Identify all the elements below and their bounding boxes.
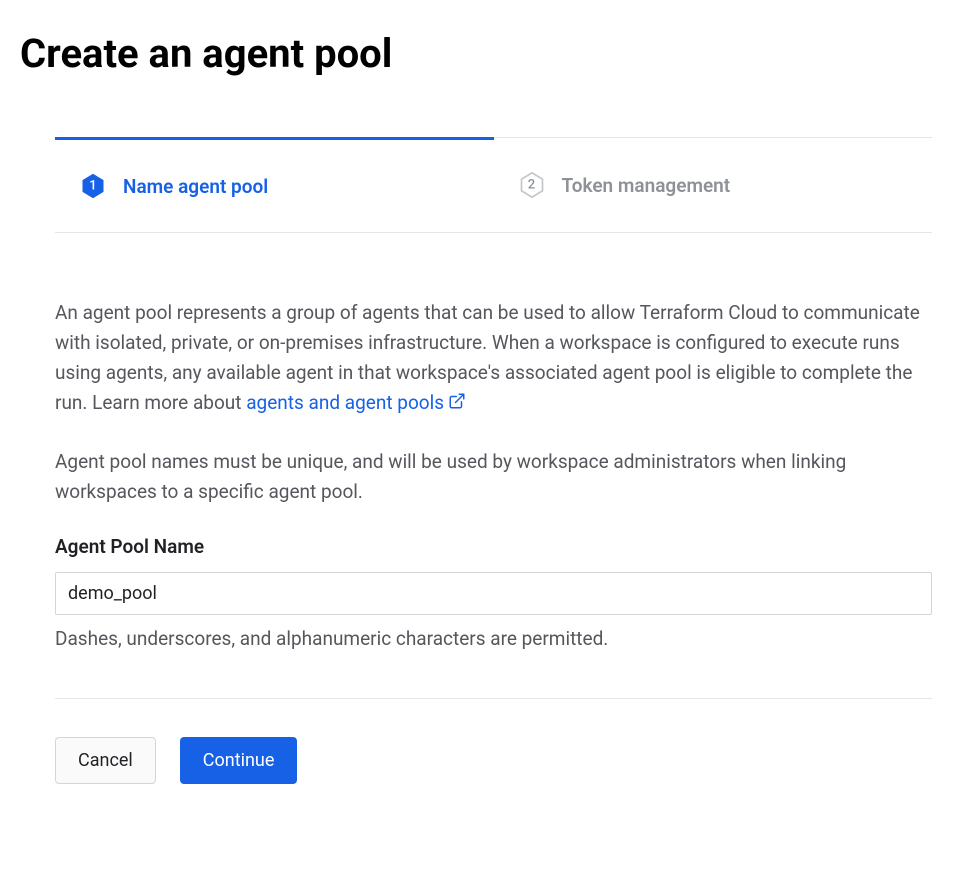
cancel-button[interactable]: Cancel <box>55 737 156 784</box>
step-label: Name agent pool <box>123 175 268 198</box>
link-text: agents and agent pools <box>246 391 444 414</box>
description-paragraph: Agent pool names must be unique, and wil… <box>55 447 932 507</box>
external-link-icon <box>448 389 466 419</box>
section-divider <box>55 698 932 699</box>
hexagon-badge-icon: 1 <box>79 172 107 200</box>
agent-pool-name-input[interactable] <box>55 572 932 615</box>
step-label: Token management <box>562 174 731 197</box>
page-title: Create an agent pool <box>20 30 952 77</box>
description-text: An agent pool represents a group of agen… <box>55 301 920 414</box>
step-number: 1 <box>89 179 96 194</box>
content-wrapper: 1 Name agent pool 2 Token management An … <box>20 137 952 784</box>
hexagon-badge-icon: 2 <box>518 171 546 199</box>
step-name-agent-pool[interactable]: 1 Name agent pool <box>55 137 494 232</box>
steps-nav: 1 Name agent pool 2 Token management <box>55 137 932 233</box>
agent-pool-name-hint: Dashes, underscores, and alphanumeric ch… <box>55 627 932 650</box>
agent-pool-name-group: Agent Pool Name Dashes, underscores, and… <box>55 535 932 650</box>
description-block: An agent pool represents a group of agen… <box>55 298 932 507</box>
continue-button[interactable]: Continue <box>180 737 298 784</box>
agent-pool-name-label: Agent Pool Name <box>55 535 932 558</box>
step-number: 2 <box>528 178 535 193</box>
step-token-management[interactable]: 2 Token management <box>494 137 933 232</box>
description-paragraph: An agent pool represents a group of agen… <box>55 298 932 419</box>
agents-link[interactable]: agents and agent pools <box>246 391 466 414</box>
button-row: Cancel Continue <box>55 737 932 784</box>
